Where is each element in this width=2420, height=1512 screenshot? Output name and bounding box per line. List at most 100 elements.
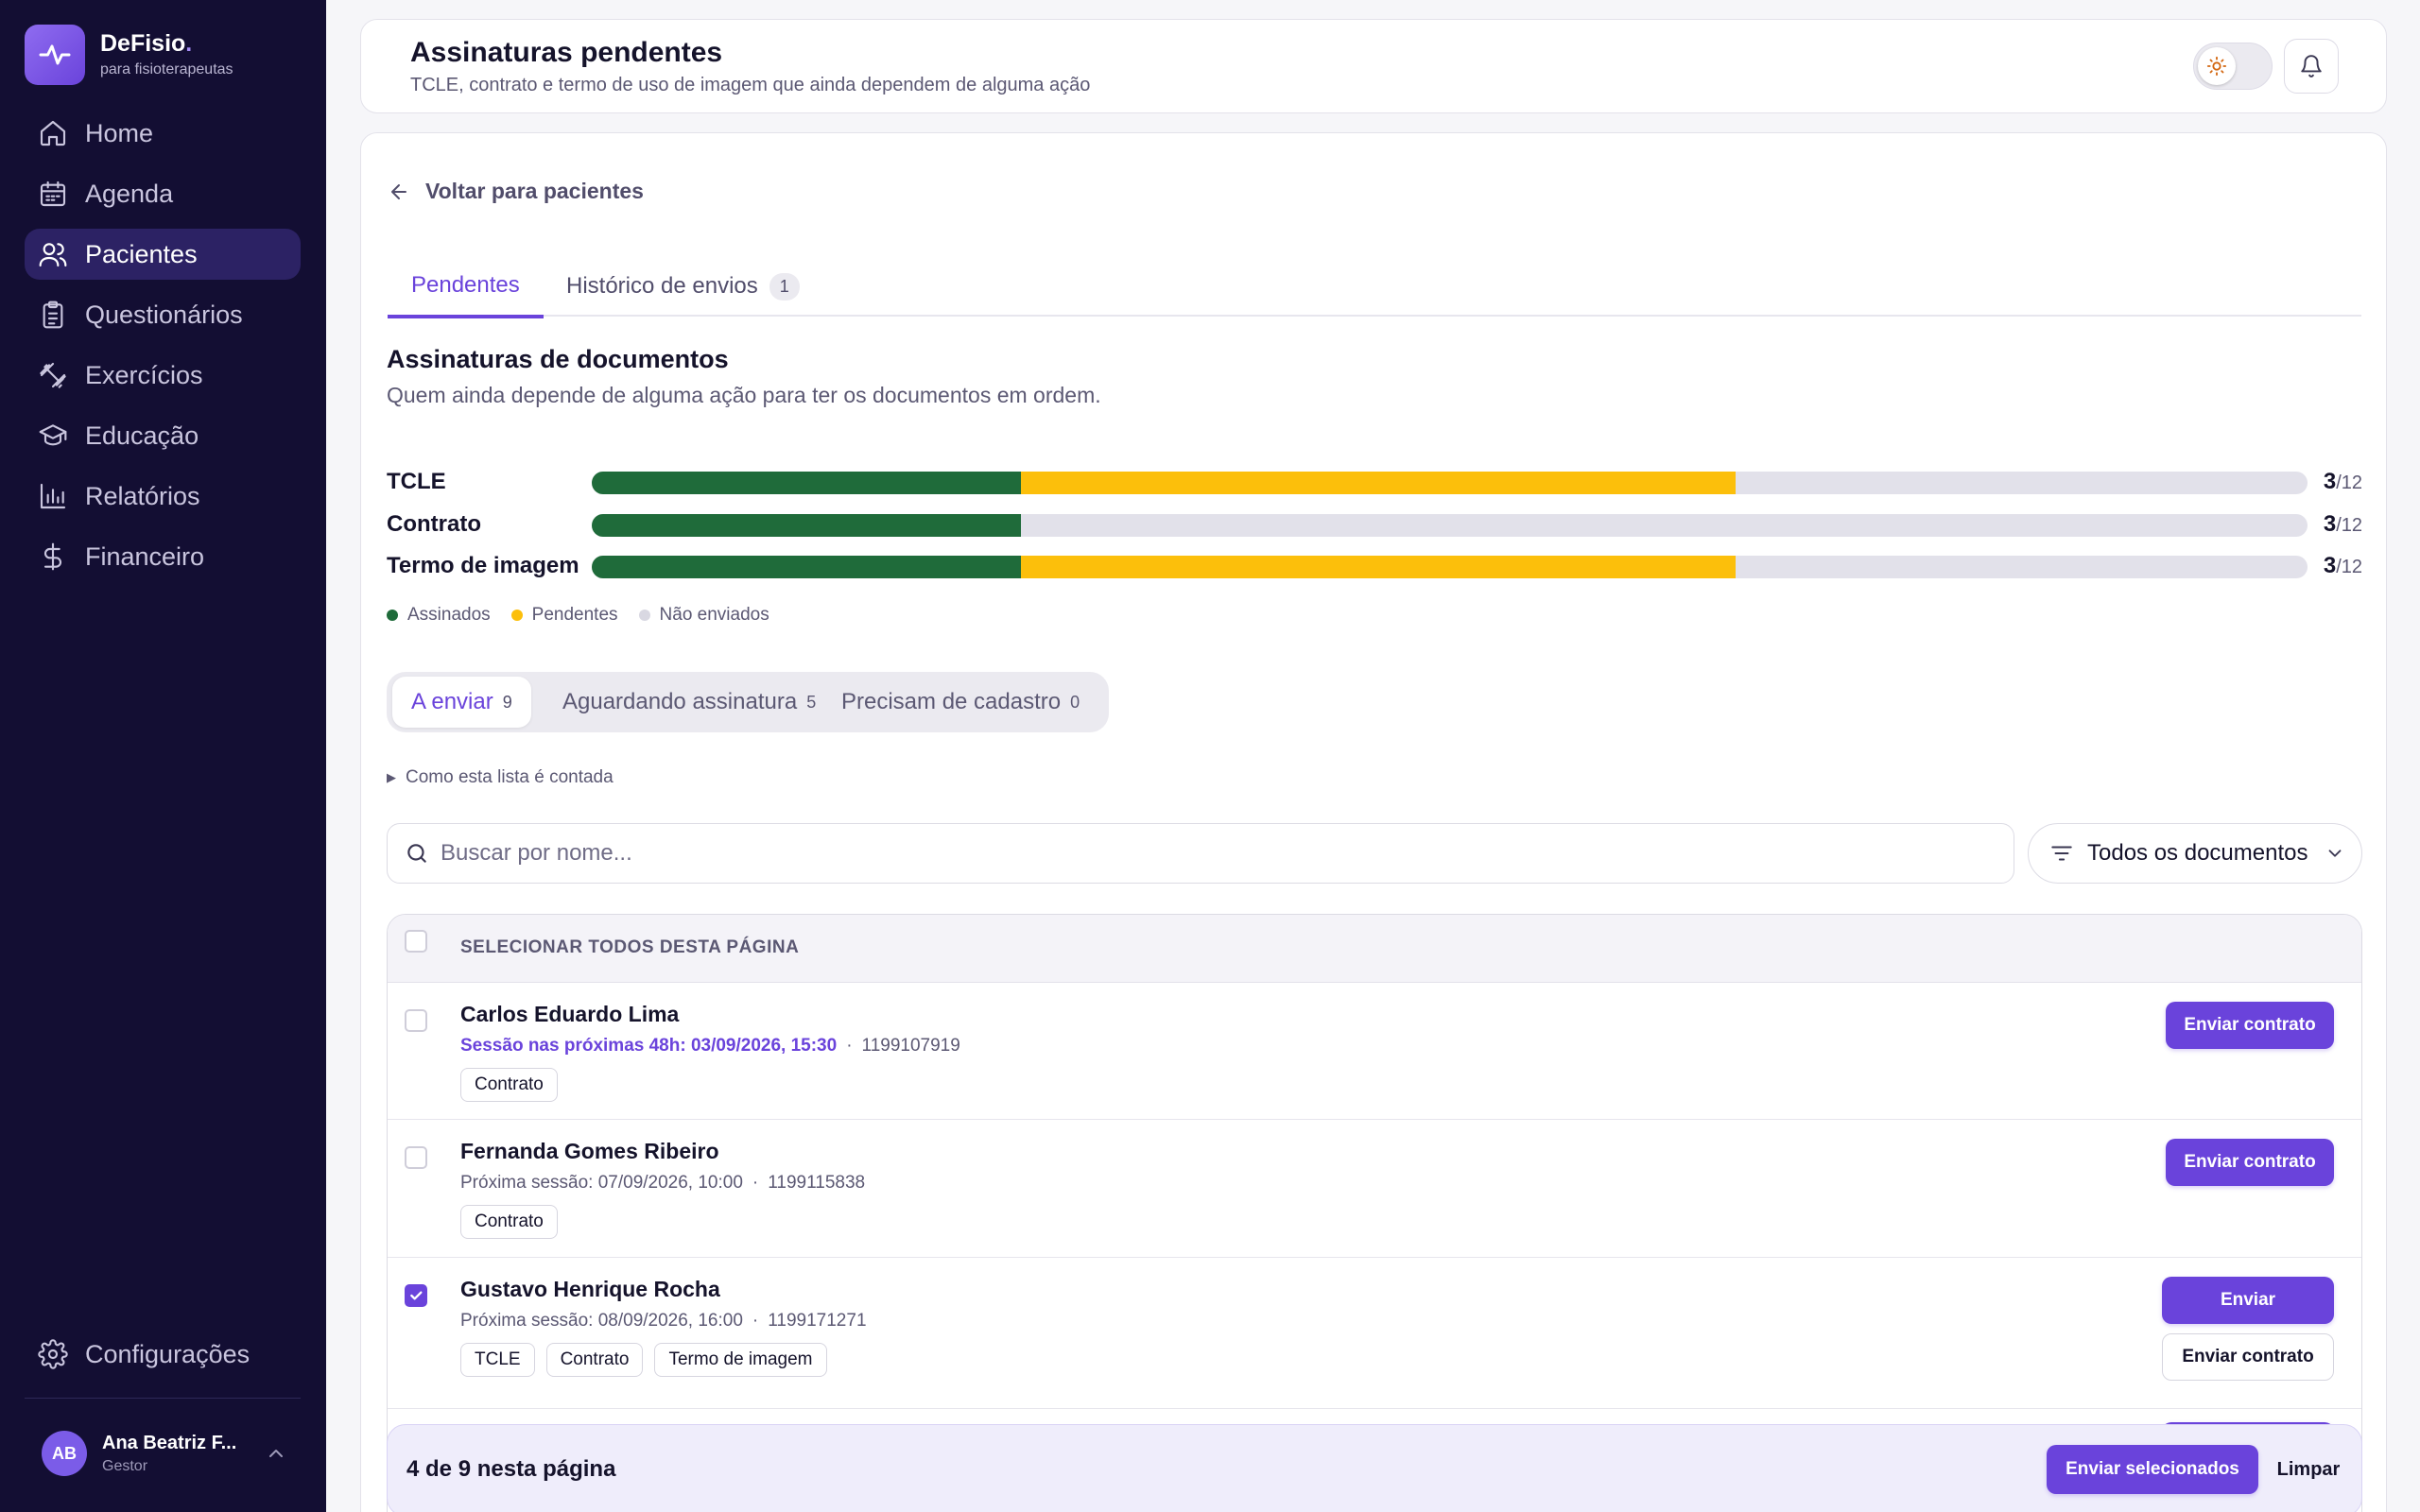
signed-segment bbox=[592, 472, 1021, 494]
chevron-up-icon bbox=[269, 1450, 283, 1457]
progress-count: 3/12 bbox=[2323, 553, 2362, 578]
signed-segment bbox=[592, 556, 1021, 578]
sidebar-item-label: Relatórios bbox=[85, 481, 200, 510]
notifications-button[interactable] bbox=[2284, 39, 2339, 94]
sidebar-item-questionarios[interactable]: Questionários bbox=[25, 289, 301, 340]
signed-segment bbox=[592, 514, 1021, 537]
progress-label: Termo de imagem bbox=[387, 553, 579, 578]
document-chip: TCLE bbox=[460, 1343, 535, 1377]
calendar-icon bbox=[40, 180, 66, 207]
user-role: Gestor bbox=[102, 1457, 148, 1474]
user-name: Ana Beatriz F... bbox=[102, 1432, 237, 1453]
filter-icon bbox=[2051, 846, 2072, 861]
patient-meta: Próxima sessão: 07/09/2026, 10:00 · 119911… bbox=[460, 1173, 866, 1193]
count-badge: 1 bbox=[769, 272, 800, 301]
progress-label: Contrato bbox=[387, 511, 481, 537]
send-contract-button[interactable]: Enviar contrato bbox=[2166, 1139, 2334, 1186]
search-input[interactable] bbox=[441, 840, 1953, 867]
sidebar-item-label: Educação bbox=[85, 421, 199, 450]
session-info: Próxima sessão: 07/09/2026, 10:00 bbox=[460, 1173, 743, 1193]
theme-toggle[interactable] bbox=[2193, 43, 2273, 90]
bar-chart-icon bbox=[40, 483, 66, 509]
table-row: Gustavo Henrique Rocha Próxima sessão: 0… bbox=[388, 1258, 2361, 1409]
gear-icon bbox=[38, 1339, 68, 1369]
send-contract-button[interactable]: Enviar contrato bbox=[2166, 1002, 2334, 1049]
legend-dot bbox=[510, 610, 523, 621]
check-icon bbox=[410, 1291, 423, 1300]
clear-selection-button[interactable]: Limpar bbox=[2271, 1445, 2346, 1494]
table-row: Fernanda Gomes Ribeiro Próxima sessão: 0… bbox=[388, 1120, 2361, 1258]
patient-phone: 1199107919 bbox=[861, 1036, 960, 1056]
select-all-checkbox[interactable] bbox=[405, 930, 427, 953]
users-icon bbox=[39, 243, 67, 267]
sidebar-item-relatorios[interactable]: Relatórios bbox=[25, 471, 301, 522]
sidebar-item-label: Financeiro bbox=[85, 541, 205, 571]
legend-item-pending: Pendentes bbox=[510, 605, 618, 626]
arrow-left-icon bbox=[391, 183, 406, 199]
sidebar-item-configuracoes[interactable]: Configurações bbox=[25, 1329, 301, 1380]
user-menu[interactable]: AB Ana Beatriz F... Gestor bbox=[42, 1431, 287, 1476]
segment-precisam-de-cadastro[interactable]: Precisam de cadastro 0 bbox=[822, 677, 1098, 728]
home-icon bbox=[40, 120, 66, 146]
sidebar-item-financeiro[interactable]: Financeiro bbox=[25, 531, 301, 582]
avatar: AB bbox=[42, 1431, 87, 1476]
tabs: Pendentes Histórico de envios 1 bbox=[388, 256, 2361, 318]
patient-name: Carlos Eduardo Lima bbox=[460, 1002, 680, 1026]
pending-segment bbox=[1020, 556, 1736, 578]
document-chip: Contrato bbox=[545, 1343, 644, 1377]
back-label: Voltar para pacientes bbox=[425, 179, 644, 203]
sidebar-item-home[interactable]: Home bbox=[25, 108, 301, 159]
segment-a-enviar[interactable]: A enviar 9 bbox=[392, 677, 531, 728]
sidebar-item-label: Configurações bbox=[85, 1339, 251, 1368]
chevron-down-icon bbox=[2329, 850, 2342, 857]
patient-meta: Próxima sessão: 08/09/2026, 16:00 · 119917… bbox=[460, 1311, 867, 1331]
row-checkbox[interactable] bbox=[405, 1146, 427, 1169]
progress-label: TCLE bbox=[387, 469, 446, 494]
tab-historico[interactable]: Histórico de envios 1 bbox=[566, 256, 800, 317]
sidebar-item-label: Pacientes bbox=[85, 239, 198, 268]
send-button[interactable]: Enviar bbox=[2162, 1277, 2334, 1324]
progress-track bbox=[592, 472, 2308, 494]
list-header: SELECIONAR TODOS DESTA PÁGINA bbox=[388, 915, 2361, 983]
search-field bbox=[387, 823, 2014, 884]
sidebar-item-label: Exercícios bbox=[85, 360, 203, 389]
counting-disclosure[interactable]: ▶ Como esta lista é contada bbox=[387, 767, 614, 788]
segment-aguardando-assinatura[interactable]: Aguardando assinatura 5 bbox=[544, 677, 835, 728]
patient-name: Fernanda Gomes Ribeiro bbox=[460, 1139, 719, 1163]
progress-row: Termo de imagem 3/12 bbox=[387, 552, 2362, 580]
row-checkbox[interactable] bbox=[405, 1009, 427, 1032]
clipboard-icon bbox=[43, 301, 63, 329]
filter-label: Todos os documentos bbox=[2087, 840, 2308, 866]
main-card: Voltar para pacientes Pendentes Históric… bbox=[360, 132, 2387, 1512]
document-chip: Contrato bbox=[460, 1068, 558, 1102]
progress-count: 3/12 bbox=[2323, 469, 2362, 494]
status-segmented-control: A enviar 9 Aguardando assinatura 5 Precisa… bbox=[387, 672, 1109, 732]
dumbbell-icon bbox=[40, 362, 66, 388]
document-chips: TCLE Contrato Termo de imagem bbox=[460, 1343, 838, 1377]
document-chip: Contrato bbox=[460, 1205, 558, 1239]
patient-phone: 1199171271 bbox=[768, 1311, 867, 1331]
tab-label: Histórico de envios bbox=[566, 273, 758, 299]
progress-row: Contrato 3/12 bbox=[387, 510, 2362, 539]
send-contract-button[interactable]: Enviar contrato bbox=[2162, 1333, 2334, 1381]
tab-pendentes[interactable]: Pendentes bbox=[388, 256, 544, 318]
progress-track bbox=[592, 556, 2308, 578]
legend-item-signed: Assinados bbox=[387, 605, 491, 626]
brand[interactable]: DeFisio. para fisioterapeutas bbox=[25, 25, 233, 85]
sidebar: DeFisio. para fisioterapeutas Home Agend… bbox=[0, 0, 326, 1512]
document-filter-select[interactable]: Todos os documentos bbox=[2028, 823, 2362, 884]
legend: Assinados Pendentes Não enviados bbox=[387, 605, 790, 626]
send-selected-button[interactable]: Enviar selecionados bbox=[2047, 1445, 2258, 1494]
row-checkbox[interactable] bbox=[405, 1284, 427, 1307]
brand-name: DeFisio. bbox=[100, 30, 193, 58]
pulse-icon bbox=[25, 25, 85, 85]
back-link[interactable]: Voltar para pacientes bbox=[388, 179, 644, 204]
triangle-right-icon: ▶ bbox=[387, 770, 396, 784]
patient-name: Gustavo Henrique Rocha bbox=[460, 1277, 720, 1301]
sidebar-item-exercicios[interactable]: Exercícios bbox=[25, 350, 301, 401]
legend-item-not-sent: Não enviados bbox=[638, 605, 769, 626]
document-chip: Termo de imagem bbox=[654, 1343, 827, 1377]
sidebar-item-pacientes[interactable]: Pacientes bbox=[25, 229, 301, 280]
sidebar-item-agenda[interactable]: Agenda bbox=[25, 168, 301, 219]
sidebar-item-educacao[interactable]: Educação bbox=[25, 410, 301, 461]
